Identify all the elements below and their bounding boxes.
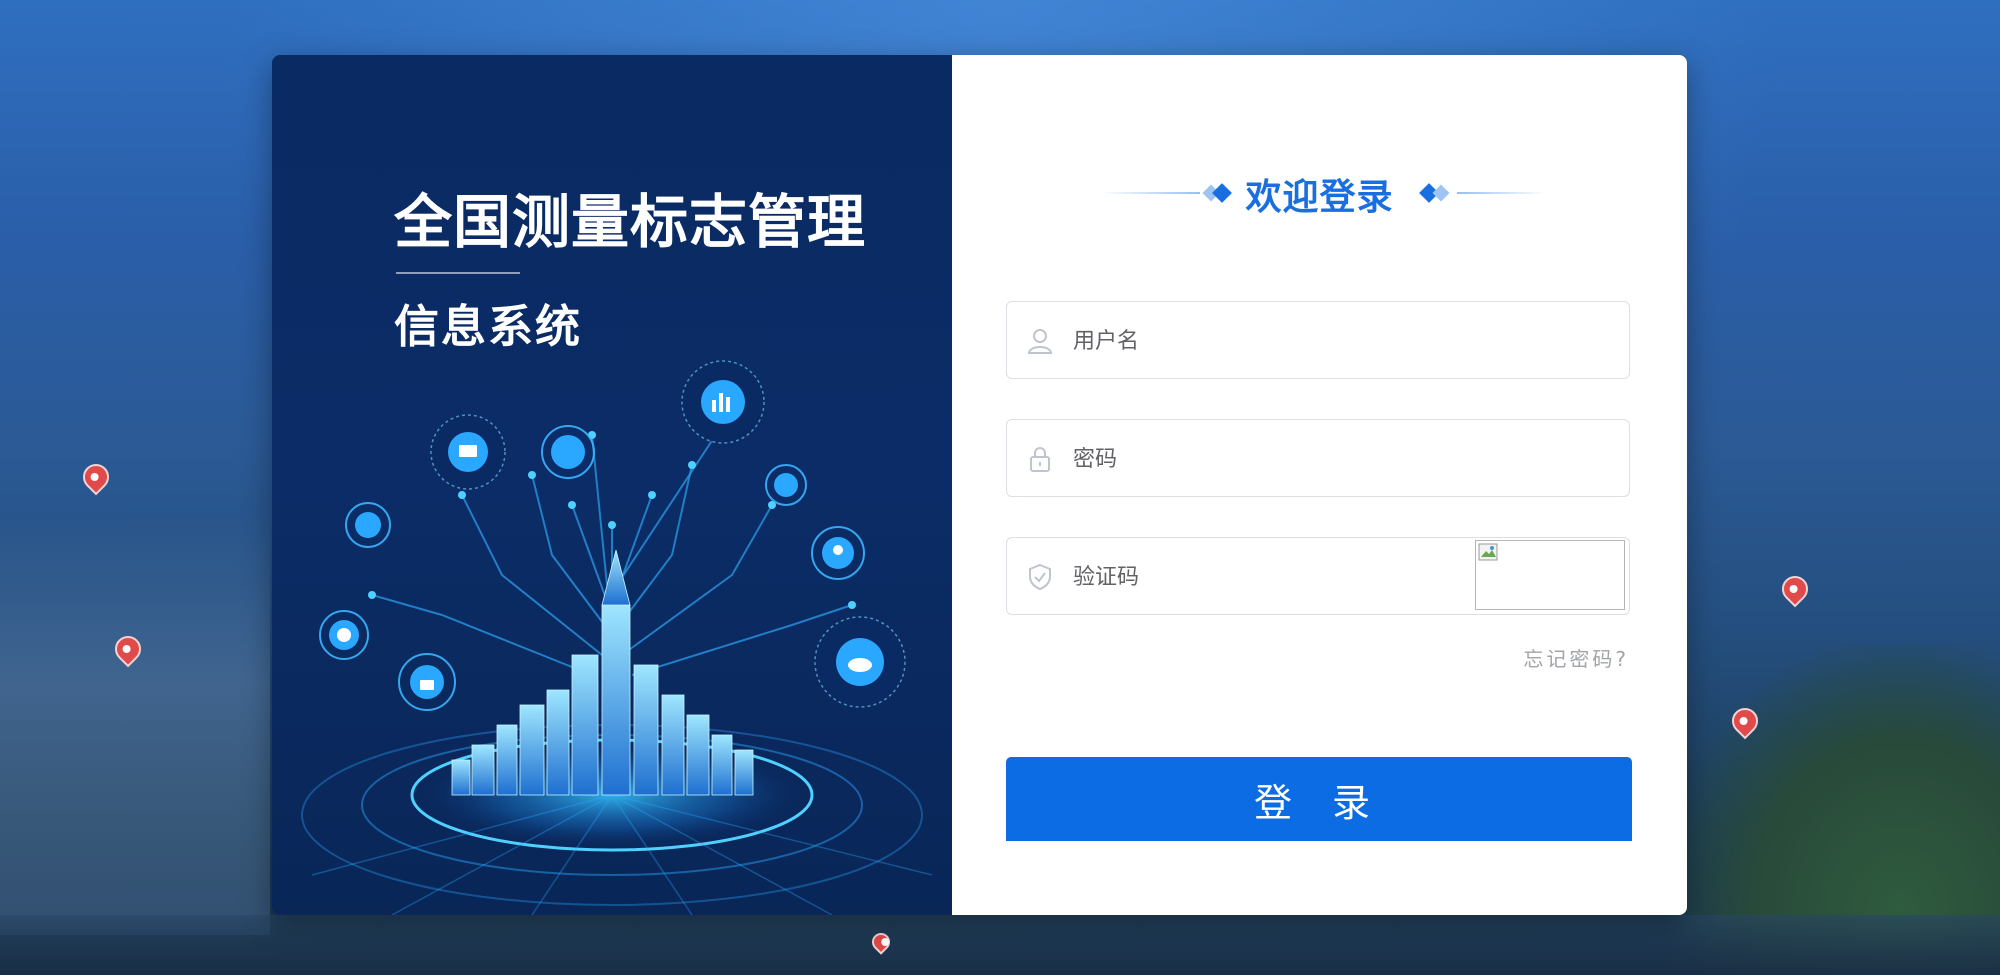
map-pin-icon: [77, 458, 115, 496]
brand-panel: 全国测量标志管理 信息系统: [272, 55, 952, 915]
smart-city-illustration: [301, 360, 933, 915]
forgot-password-link[interactable]: 忘记密码?: [1523, 643, 1629, 672]
user-icon: [1027, 329, 1053, 354]
username-field[interactable]: [1006, 301, 1630, 379]
decorative-line: [1457, 192, 1547, 194]
system-subtitle: 信息系统: [394, 300, 583, 353]
system-title: 全国测量标志管理: [394, 188, 867, 256]
password-input[interactable]: [1071, 434, 1495, 484]
login-form-panel: 欢迎登录 用户名 验证码 忘记密码? 登 录: [952, 55, 1687, 915]
background-road: [0, 915, 2000, 975]
captcha-image[interactable]: [1475, 540, 1625, 610]
captcha-input[interactable]: [1071, 552, 1435, 602]
login-button[interactable]: 登 录: [1006, 757, 1632, 841]
welcome-title: 欢迎登录: [1245, 177, 1394, 218]
captcha-field[interactable]: [1006, 537, 1630, 615]
background-buildings: [0, 515, 270, 935]
login-card: 全国测量标志管理 信息系统 欢迎登录 用户名 验证码 忘记密码? 登 录: [272, 55, 1687, 915]
password-field[interactable]: [1006, 419, 1630, 497]
map-pin-icon: [1776, 570, 1814, 608]
broken-image-icon: [1478, 543, 1498, 561]
welcome-header: 欢迎登录: [952, 160, 1687, 220]
shield-check-icon: [1029, 563, 1051, 591]
title-divider: [396, 272, 520, 274]
username-input[interactable]: [1071, 316, 1495, 366]
lock-icon: [1030, 447, 1050, 472]
